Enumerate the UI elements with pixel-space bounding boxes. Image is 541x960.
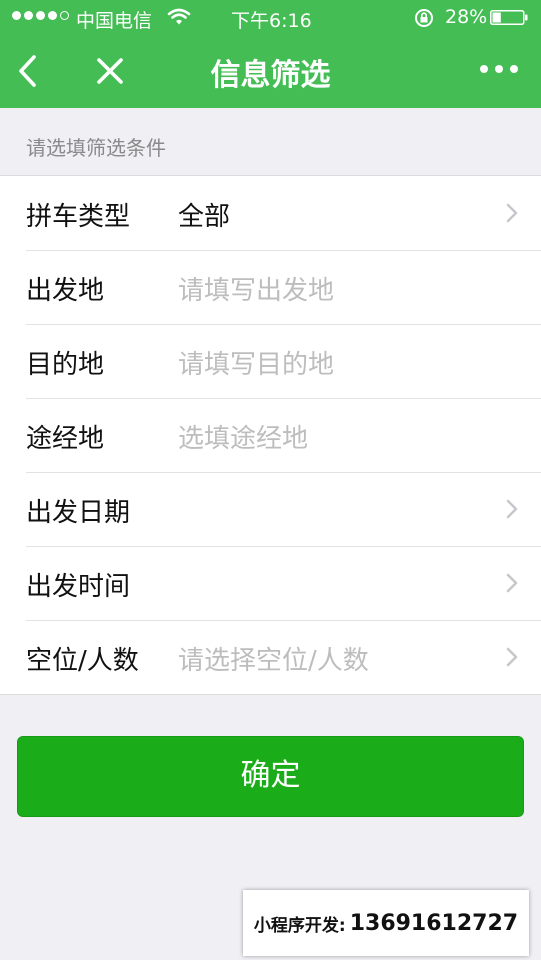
watermark-phone: 13691612727 xyxy=(349,910,519,936)
form-row[interactable]: 拼车类型 全部 xyxy=(0,176,541,250)
status-time: 下午6:16 xyxy=(231,10,312,32)
row-label: 途经地 xyxy=(26,424,105,454)
confirm-button[interactable]: 确定 xyxy=(17,736,524,817)
form-row[interactable]: 出发日期 xyxy=(0,472,541,546)
form-row[interactable]: 途经地 选填途经地 xyxy=(0,398,541,472)
watermark-badge: 小程序开发: 13691612727 xyxy=(243,890,529,956)
filter-form: 拼车类型 全部出发地 请填写出发地目的地 请填写目的地途经地 选填途经地出发日期出发时间… xyxy=(0,175,541,695)
row-label: 出发地 xyxy=(26,276,105,306)
row-label: 拼车类型 xyxy=(26,202,131,232)
wifi-icon xyxy=(167,8,191,25)
orientation-lock-icon xyxy=(415,9,433,27)
form-row[interactable]: 出发时间 xyxy=(0,546,541,620)
row-value[interactable]: 全部 xyxy=(178,196,230,233)
navigation-bar: 信息筛选 xyxy=(0,36,541,108)
row-input[interactable]: 请填写目的地 xyxy=(178,344,334,381)
section-header: 请选填筛选条件 xyxy=(26,136,166,160)
form-row[interactable]: 目的地 请填写目的地 xyxy=(0,324,541,398)
signal-strength-icon xyxy=(12,11,69,20)
chevron-right-icon xyxy=(506,573,518,593)
row-label: 目的地 xyxy=(26,350,105,380)
status-bar: 中国电信 下午6:16 28% xyxy=(0,0,541,36)
battery-icon xyxy=(490,10,528,25)
chevron-right-icon xyxy=(506,647,518,667)
row-label: 出发时间 xyxy=(26,572,131,602)
top-bar: 中国电信 下午6:16 28% 信息筛选 xyxy=(0,0,541,108)
battery-percent: 28% xyxy=(445,6,488,28)
chevron-right-icon xyxy=(506,203,518,223)
row-input[interactable]: 请选择空位/人数 xyxy=(178,640,369,677)
form-row[interactable]: 出发地 请填写出发地 xyxy=(0,250,541,324)
chevron-right-icon xyxy=(506,499,518,519)
carrier-name: 中国电信 xyxy=(76,10,153,32)
page-title: 信息筛选 xyxy=(210,58,331,93)
row-label: 空位/人数 xyxy=(26,646,139,676)
form-row[interactable]: 空位/人数 请选择空位/人数 xyxy=(0,620,541,694)
row-input[interactable]: 选填途经地 xyxy=(178,418,308,455)
more-dots-icon[interactable] xyxy=(480,65,518,73)
watermark-label: 小程序开发: xyxy=(253,915,346,936)
row-input[interactable]: 请填写出发地 xyxy=(178,270,334,307)
row-label: 出发日期 xyxy=(26,498,131,528)
